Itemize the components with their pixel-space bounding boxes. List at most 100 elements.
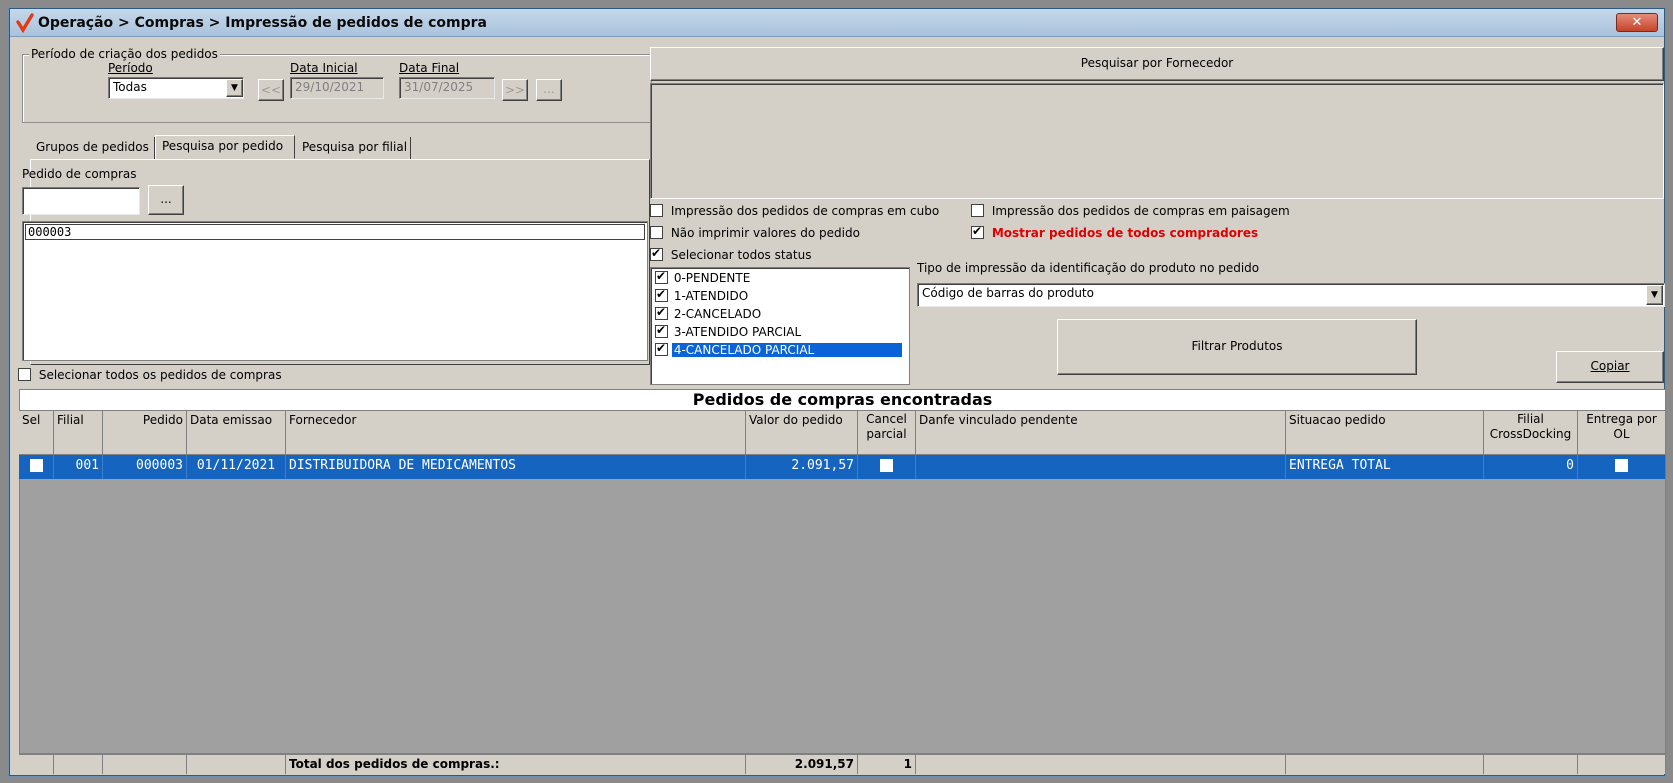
col-data-emissao[interactable]: Data emissao	[187, 411, 286, 455]
status-cancelado-parcial-label: 4-CANCELADO PARCIAL	[671, 342, 902, 357]
option-cubo[interactable]: Impressão dos pedidos de compras em cubo	[650, 203, 939, 218]
period-more-button[interactable]: ...	[536, 79, 562, 101]
footer-cell	[187, 754, 286, 774]
col-entrega-ol[interactable]: Entrega por OL	[1578, 411, 1666, 455]
col-danfe[interactable]: Danfe vinculado pendente	[916, 411, 1286, 455]
select-all-orders-label: Selecionar todos os pedidos de compras	[38, 367, 282, 382]
option-selecionar-status-checkbox[interactable]	[650, 246, 663, 261]
periodo-label: Período	[108, 61, 153, 75]
status-item-atendido[interactable]: 1-ATENDIDO	[655, 287, 750, 306]
row-select-checkbox[interactable]	[29, 459, 43, 472]
data-inicial-input[interactable]: 29/10/2021	[290, 77, 384, 99]
option-mostrar-todos-checkbox[interactable]	[971, 224, 984, 239]
periodo-select[interactable]: Todas	[108, 77, 244, 99]
tab-grupos-pedidos[interactable]: Grupos de pedidos	[30, 137, 155, 159]
main-window: Operação > Compras > Impressão de pedido…	[9, 8, 1666, 776]
pesquisar-fornecedor-button[interactable]: Pesquisar por Fornecedor	[650, 47, 1664, 81]
footer-cell	[54, 754, 103, 774]
row-select-cell[interactable]	[19, 455, 54, 479]
col-filial-crossdocking[interactable]: Filial CrossDocking	[1484, 411, 1578, 455]
row-entrega-ol-checkbox[interactable]	[1615, 459, 1628, 472]
tab-pesquisa-filial[interactable]: Pesquisa por filial	[296, 137, 411, 159]
col-sel[interactable]: Sel	[19, 411, 54, 455]
status-item-atendido-parcial[interactable]: 3-ATENDIDO PARCIAL	[655, 323, 803, 342]
filtrar-produtos-button[interactable]: Filtrar Produtos	[1057, 319, 1417, 375]
list-item[interactable]: 000003	[25, 224, 645, 240]
option-mostrar-todos-label: Mostrar pedidos de todos compradores	[991, 225, 1259, 240]
periodo-value: Todas	[113, 80, 147, 94]
option-paisagem-checkbox[interactable]	[971, 204, 984, 217]
prev-period-button[interactable]: <<	[258, 79, 284, 101]
close-button[interactable]: ✕	[1616, 13, 1658, 32]
row-fornecedor[interactable]: DISTRIBUIDORA DE MEDICAMENTOS	[286, 455, 746, 479]
status-atendido-parcial-checkbox[interactable]	[655, 323, 668, 338]
option-cubo-checkbox[interactable]	[650, 204, 663, 217]
col-situacao[interactable]: Situacao pedido	[1286, 411, 1484, 455]
select-all-orders[interactable]: Selecionar todos os pedidos de compras	[18, 367, 282, 382]
tipo-impressao-value: Código de barras do produto	[922, 286, 1094, 300]
status-item-pendente[interactable]: 0-PENDENTE	[655, 269, 752, 288]
select-all-orders-checkbox[interactable]	[18, 368, 31, 381]
data-inicial-label: Data Inicial	[290, 61, 358, 75]
row-valor[interactable]: 2.091,57	[746, 455, 858, 479]
status-list[interactable]: 0-PENDENTE 1-ATENDIDO 2-CANCELADO 3-ATEN…	[650, 267, 910, 385]
option-paisagem-label: Impressão dos pedidos de compras em pais…	[991, 203, 1290, 218]
option-selecionar-status-label: Selecionar todos status	[670, 247, 812, 262]
row-danfe[interactable]	[916, 455, 1286, 479]
footer-total-label: Total dos pedidos de compras.:	[286, 754, 746, 774]
row-entrega-ol-cell[interactable]	[1578, 455, 1666, 479]
pedido-more-button[interactable]: ...	[148, 185, 184, 215]
row-cancel-parcial-checkbox[interactable]	[880, 459, 893, 472]
option-cubo-label: Impressão dos pedidos de compras em cubo	[670, 203, 940, 218]
col-valor-pedido[interactable]: Valor do pedido	[746, 411, 858, 455]
status-item-cancelado[interactable]: 2-CANCELADO	[655, 305, 763, 324]
data-final-input[interactable]: 31/07/2025	[399, 77, 495, 99]
col-fornecedor[interactable]: Fornecedor	[286, 411, 746, 455]
footer-cell	[916, 754, 1286, 774]
footer-count: 1	[858, 754, 916, 774]
copiar-button[interactable]: Copiar	[1556, 351, 1664, 383]
option-selecionar-status[interactable]: Selecionar todos status	[650, 246, 812, 262]
status-item-cancelado-parcial[interactable]: 4-CANCELADO PARCIAL	[655, 341, 905, 360]
row-cancel-parcial-cell[interactable]	[858, 455, 916, 479]
status-atendido-checkbox[interactable]	[655, 287, 668, 302]
option-nao-imprimir-label: Não imprimir valores do pedido	[670, 225, 860, 240]
chevron-down-icon: ▼	[1651, 290, 1658, 300]
tipo-impressao-select[interactable]: Código de barras do produto	[917, 283, 1665, 307]
title-bar[interactable]: Operação > Compras > Impressão de pedido…	[10, 9, 1664, 37]
col-cancel-parcial[interactable]: Cancel parcial	[858, 411, 916, 455]
row-crossdocking[interactable]: 0	[1484, 455, 1578, 479]
status-cancelado-checkbox[interactable]	[655, 305, 668, 320]
option-mostrar-todos[interactable]: Mostrar pedidos de todos compradores	[971, 224, 1259, 240]
status-atendido-parcial-label: 3-ATENDIDO PARCIAL	[673, 324, 802, 339]
tipo-impressao-dropdown-button[interactable]: ▼	[1646, 285, 1663, 305]
row-situacao[interactable]: ENTREGA TOTAL	[1286, 455, 1484, 479]
status-atendido-label: 1-ATENDIDO	[673, 288, 749, 303]
tab-pesquisa-pedido[interactable]: Pesquisa por pedido	[155, 135, 295, 159]
col-filial[interactable]: Filial	[54, 411, 103, 455]
status-pendente-checkbox[interactable]	[655, 269, 668, 284]
row-filial[interactable]: 001	[54, 455, 103, 479]
footer-cell	[1484, 754, 1578, 774]
chevron-down-icon: ▼	[231, 83, 238, 93]
status-cancelado-parcial-checkbox[interactable]	[655, 341, 668, 356]
option-nao-imprimir[interactable]: Não imprimir valores do pedido	[650, 225, 860, 240]
pedido-input[interactable]	[22, 187, 140, 215]
option-paisagem[interactable]: Impressão dos pedidos de compras em pais…	[971, 203, 1290, 218]
fornecedor-panel	[650, 83, 1664, 199]
data-final-label: Data Final	[399, 61, 460, 75]
periodo-legend: Período de criação dos pedidos	[29, 47, 220, 61]
col-pedido[interactable]: Pedido	[103, 411, 187, 455]
footer-cell	[1578, 754, 1666, 774]
option-nao-imprimir-checkbox[interactable]	[650, 226, 663, 239]
pedido-list[interactable]: 000003	[22, 221, 648, 361]
row-data-emissao[interactable]: 01/11/2021	[187, 455, 286, 479]
next-period-button[interactable]: >>	[502, 79, 528, 101]
tipo-impressao-label: Tipo de impressão da identificação do pr…	[917, 261, 1260, 275]
periodo-dropdown-button[interactable]: ▼	[226, 79, 243, 97]
row-pedido[interactable]: 000003	[103, 455, 187, 479]
window-title: Operação > Compras > Impressão de pedido…	[38, 15, 487, 31]
footer-total-value: 2.091,57	[746, 754, 858, 774]
footer-cell	[1286, 754, 1484, 774]
grid-title: Pedidos de compras encontradas	[19, 389, 1666, 411]
